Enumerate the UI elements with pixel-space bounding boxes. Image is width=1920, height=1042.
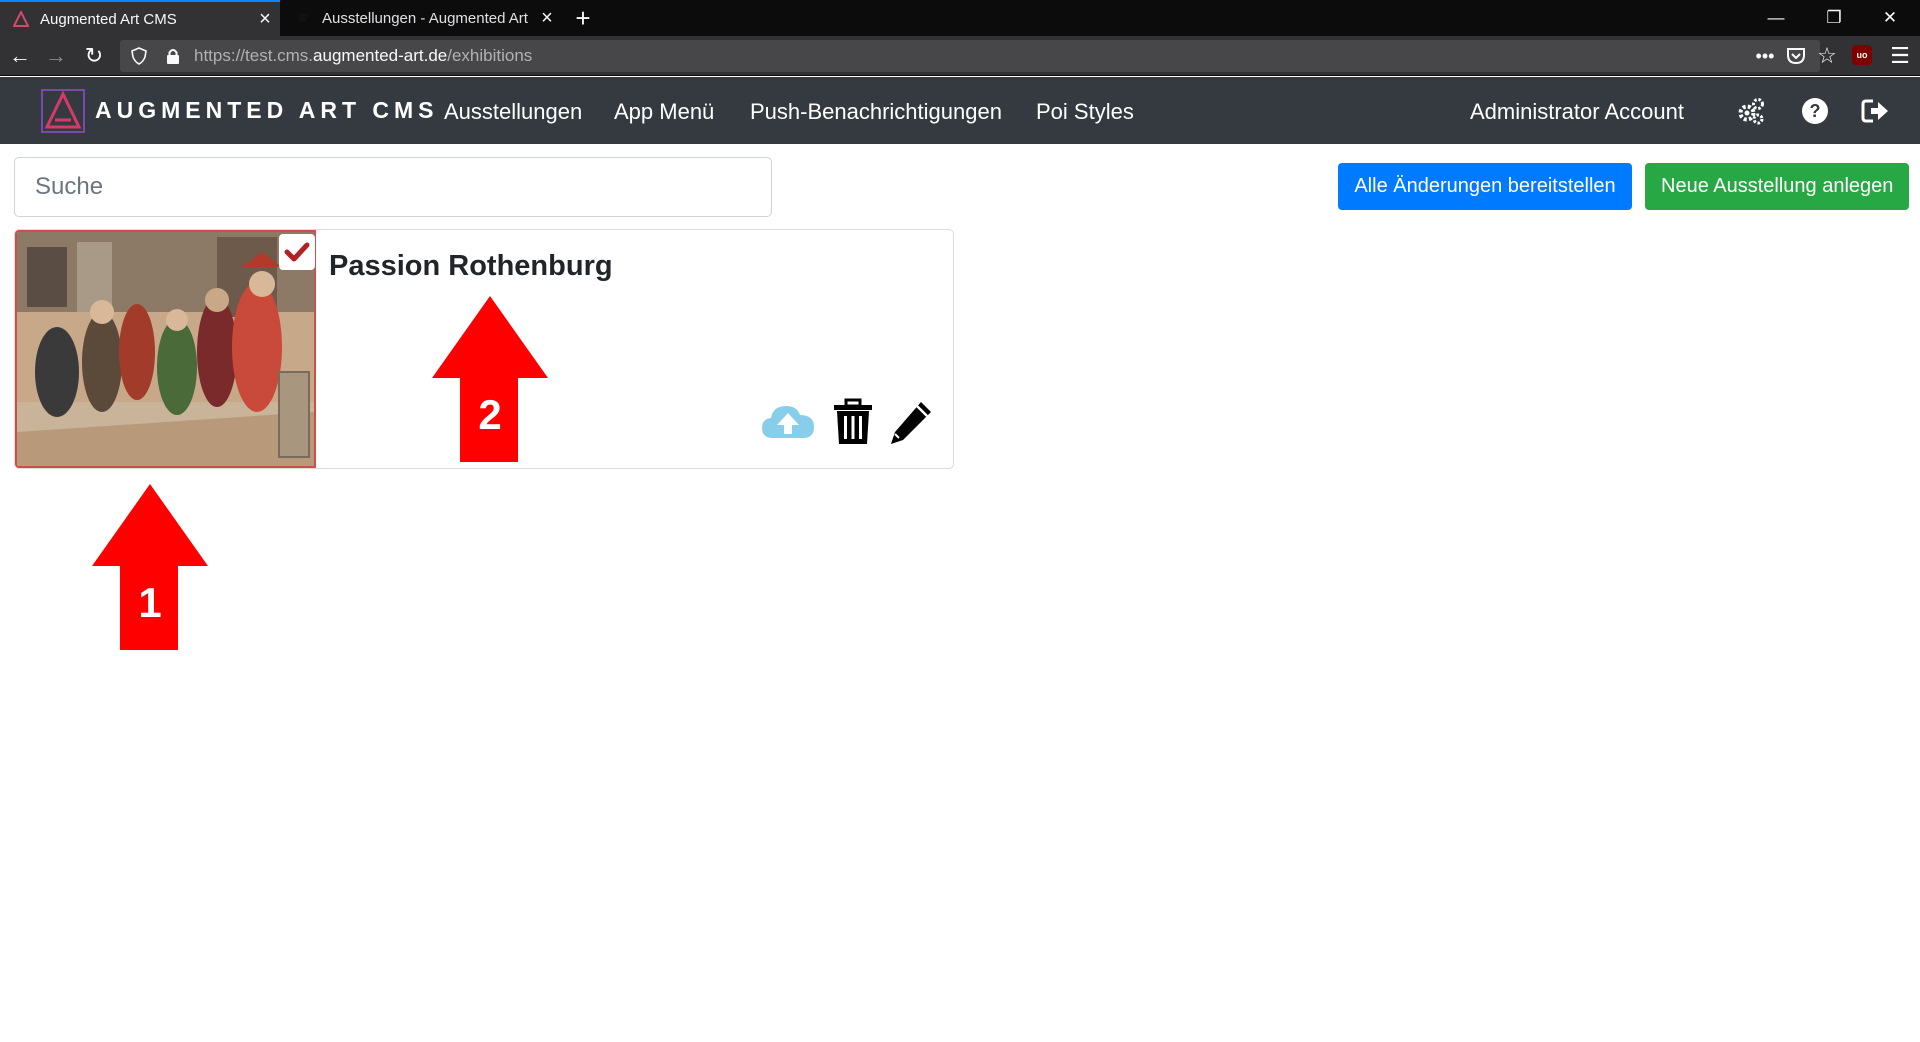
trash-icon[interactable] — [831, 398, 875, 446]
settings-gears-icon[interactable] — [1736, 96, 1766, 126]
deploy-all-changes-button[interactable]: Alle Änderungen bereitstellen — [1338, 163, 1632, 210]
edit-pencil-icon[interactable] — [887, 398, 937, 446]
logout-icon[interactable] — [1860, 96, 1890, 126]
annotation-arrow-1: 1 — [92, 484, 208, 650]
nav-poi-styles[interactable]: Poi Styles — [1036, 99, 1134, 125]
brand-name[interactable]: AUGMENTED ART CMS — [95, 97, 439, 124]
close-tab-icon[interactable]: × — [250, 8, 280, 31]
url-text: https://test.cms.augmented-art.de/exhibi… — [194, 46, 533, 65]
pocket-icon[interactable] — [1785, 45, 1807, 67]
browser-toolbar: ← → ↻ https://test.cms.augmented-art.de/… — [0, 36, 1920, 76]
lock-icon[interactable] — [164, 47, 182, 65]
help-icon[interactable]: ? — [1800, 96, 1830, 126]
close-tab-icon[interactable]: × — [532, 7, 562, 30]
browser-tab-bar: Augmented Art CMS × Ausstellungen - Augm… — [0, 0, 1920, 36]
upload-cloud-icon[interactable] — [759, 398, 817, 446]
brand-logo-icon[interactable] — [40, 88, 86, 134]
selected-checkmark[interactable] — [279, 234, 315, 270]
search-input[interactable] — [14, 157, 772, 217]
address-bar[interactable]: https://test.cms.augmented-art.de/exhibi… — [120, 40, 1837, 72]
tab-title: Ausstellungen - Augmented Art — [322, 9, 528, 27]
checkmark-icon — [284, 242, 310, 262]
augmented-art-favicon-icon — [12, 10, 30, 28]
page-actions-icon[interactable]: ••• — [1752, 44, 1778, 68]
nav-exhibitions[interactable]: Ausstellungen — [444, 99, 582, 125]
tab-title: Augmented Art CMS — [40, 10, 177, 28]
painting-image — [17, 232, 314, 466]
nav-app-menu[interactable]: App Menü — [614, 99, 714, 125]
exhibition-title[interactable]: Passion Rothenburg — [329, 250, 613, 283]
graduation-cap-favicon-icon — [294, 9, 312, 27]
plus-icon[interactable]: + — [568, 3, 598, 33]
app-navbar: AUGMENTED ART CMS Ausstellungen App Menü… — [0, 77, 1920, 144]
menu-icon[interactable]: ☰ — [1886, 42, 1914, 70]
forward-arrow-icon[interactable]: → — [42, 42, 70, 70]
ublock-icon[interactable]: uo — [1852, 45, 1872, 65]
reload-icon[interactable]: ↻ — [80, 42, 108, 70]
nav-account[interactable]: Administrator Account — [1470, 99, 1684, 125]
new-exhibition-button[interactable]: Neue Ausstellung anlegen — [1645, 163, 1909, 210]
arrow-1-label: 1 — [138, 579, 161, 626]
tracking-shield-icon[interactable] — [130, 47, 148, 65]
minimize-icon[interactable]: — — [1748, 0, 1804, 36]
arrow-2-label: 2 — [478, 391, 501, 438]
nav-push-notifications[interactable]: Push-Benachrichtigungen — [750, 99, 1002, 125]
close-icon[interactable]: ✕ — [1862, 0, 1918, 36]
back-arrow-icon[interactable]: ← — [6, 42, 34, 70]
browser-tab-inactive[interactable]: Ausstellungen - Augmented Art × — [282, 0, 562, 36]
exhibition-thumbnail[interactable] — [15, 230, 316, 468]
browser-tab-active[interactable]: Augmented Art CMS × — [0, 0, 280, 36]
restore-icon[interactable]: ❐ — [1806, 0, 1862, 36]
bookmark-star-icon[interactable]: ☆ — [1814, 44, 1840, 68]
annotation-arrow-2: 2 — [432, 296, 548, 462]
svg-text:?: ? — [1810, 101, 1821, 121]
